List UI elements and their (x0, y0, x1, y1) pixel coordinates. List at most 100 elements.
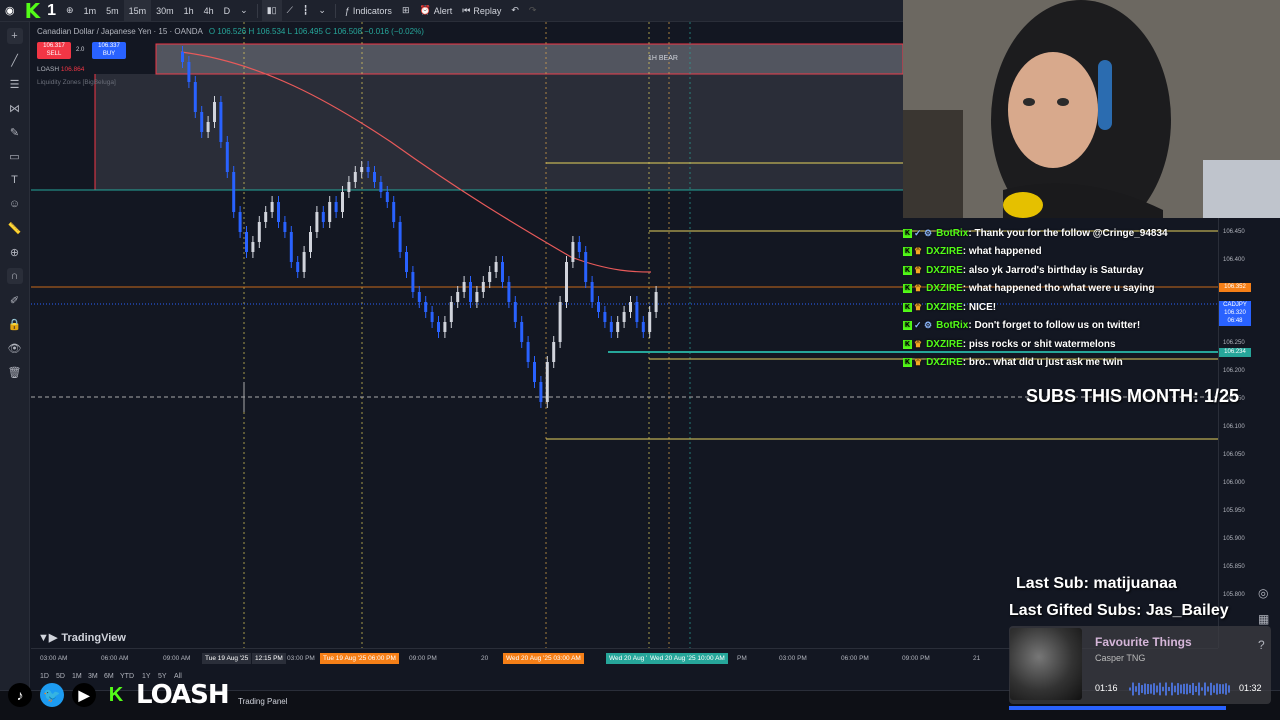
tf-d[interactable]: D (219, 0, 236, 22)
range-tab[interactable]: 3M (88, 673, 98, 680)
chat-username[interactable]: DXZIRE (926, 357, 963, 368)
brush-icon[interactable]: ✎ (7, 124, 23, 140)
chat-username[interactable]: DXZIRE (926, 265, 963, 276)
target-icon[interactable]: ◎ (1258, 586, 1269, 600)
time-label: 09:00 PM (409, 655, 437, 662)
lock-icon[interactable]: 🔒 (7, 316, 23, 332)
chat-badges: K ✓ ⚙ (903, 228, 932, 239)
chat-message: K ♛ DXZIRE: NICE! (903, 298, 1221, 317)
price-label: 105.800 (1223, 592, 1245, 598)
waveform-bar (1162, 686, 1164, 692)
tf-5m[interactable]: 5m (101, 0, 124, 22)
indicators-button[interactable]: ƒ Indicators (340, 0, 397, 22)
candle (277, 202, 280, 222)
tf-15m[interactable]: 15m (123, 0, 152, 22)
waveform-bar (1153, 683, 1155, 695)
chat-username[interactable]: BotRix (936, 320, 968, 331)
fib-icon[interactable]: ☰ (7, 76, 23, 92)
time-tag: Wed 20 Aug '25 10:00 AM (647, 653, 728, 664)
trash-icon[interactable]: 🗑 (7, 364, 23, 380)
line-chart-icon[interactable]: ⟋ (282, 0, 298, 22)
candle (385, 192, 389, 202)
price-label: 106.100 (1223, 424, 1245, 430)
trend-line-icon[interactable]: ╱ (7, 52, 23, 68)
candle (603, 312, 607, 322)
price-label: 105.900 (1223, 536, 1245, 542)
candles-icon[interactable]: ▮▯ (261, 0, 282, 22)
symbol-title[interactable]: Canadian Dollar / Japanese Yen · 15 · OA… (37, 27, 203, 36)
range-tab[interactable]: 6M (104, 673, 114, 680)
chat-message: K ✓ ⚙ BotRix: Don't forget to follow us on… (903, 317, 1221, 336)
waveform-bar (1195, 686, 1197, 692)
undo-icon[interactable]: ↶ (506, 0, 524, 22)
calendar-icon[interactable]: ▦ (1258, 612, 1269, 626)
candle (270, 202, 274, 212)
range-tab[interactable]: 1M (72, 673, 82, 680)
tf-4h[interactable]: 4h (199, 0, 219, 22)
right-side-icons: ◎ ▦ ? (1258, 586, 1269, 652)
chat-username[interactable]: DXZIRE (926, 246, 963, 257)
candle (609, 322, 613, 332)
waveform-bar (1165, 682, 1167, 696)
rectangle-icon[interactable]: ▭ (7, 148, 23, 164)
eye-icon[interactable]: 👁 (7, 340, 23, 356)
indicator-loash[interactable]: LOASH 106.864 (37, 66, 84, 73)
chevron-down-icon[interactable]: ⌄ (313, 0, 331, 22)
ruler-icon[interactable]: 📏 (7, 220, 23, 236)
last-sub: Last Sub: matijuanaa (1016, 575, 1177, 592)
time-label: 09:00 PM (902, 655, 930, 662)
redo-icon[interactable]: ↷ (524, 0, 542, 22)
trading-panel-tab[interactable]: Trading Panel (238, 697, 288, 706)
track-artist: Casper TNG (1095, 653, 1146, 663)
waveform-bar (1159, 682, 1161, 696)
chat-text: : also yk Jarrod's birthday is Saturday (962, 264, 1144, 276)
menu-icon[interactable]: ◉ (0, 0, 20, 22)
zoom-icon[interactable]: ⊕ (7, 244, 23, 260)
waveform-icon (1129, 682, 1230, 696)
candle (629, 302, 632, 312)
waveform-bar (1198, 682, 1200, 696)
tradingview-logo[interactable]: ▼▶ TradingView (38, 631, 126, 645)
replay-button[interactable]: ⏮ Replay (457, 0, 506, 22)
chat-username[interactable]: DXZIRE (926, 339, 963, 350)
range-tab[interactable]: YTD (120, 673, 134, 680)
candle (597, 302, 600, 312)
candle (219, 102, 223, 142)
range-tab[interactable]: 5D (56, 673, 65, 680)
tf-1m[interactable]: 1m (79, 0, 102, 22)
layout-icon[interactable]: ⊞ (397, 0, 415, 22)
range-tab[interactable]: 5Y (158, 673, 167, 680)
range-tab[interactable]: All (174, 673, 182, 680)
candle (232, 172, 236, 212)
sell-button[interactable]: 106.317 SELL (37, 42, 71, 59)
candle (481, 282, 485, 292)
tf-1h[interactable]: 1h (179, 0, 199, 22)
magnet-icon[interactable]: ∩ (6, 268, 23, 284)
candle (245, 232, 248, 252)
buy-button[interactable]: 106.337 BUY (92, 42, 126, 59)
time-tag: Tue 19 Aug '25 (202, 653, 252, 664)
tf-30m[interactable]: 30m (151, 0, 179, 22)
waveform-bar (1129, 687, 1131, 691)
smiley-icon[interactable]: ☺ (7, 196, 23, 212)
chat-username[interactable]: BotRix (936, 228, 968, 239)
range-tab[interactable]: 1D (40, 673, 49, 680)
lock-drawing-icon[interactable]: ✐ (7, 292, 23, 308)
indicator-liquidity-zones[interactable]: Liquidity Zones [BigBeluga] (37, 79, 116, 86)
chat-text: : what happened (962, 246, 1042, 258)
chat-username[interactable]: DXZIRE (926, 283, 963, 294)
range-tab[interactable]: 1Y (142, 673, 151, 680)
help-icon[interactable]: ? (1258, 638, 1269, 652)
add-symbol-icon[interactable]: ⊕ (61, 0, 79, 22)
crosshair-icon[interactable]: + (6, 28, 23, 44)
text-icon[interactable]: T (7, 172, 23, 188)
ohlc-values: O 106.526 H 106.534 L 106.495 C 106.508 … (208, 27, 424, 36)
chat-username[interactable]: DXZIRE (926, 302, 963, 313)
time-label: 06:00 PM (841, 655, 869, 662)
chat-message: K ♛ DXZIRE: piss rocks or shit watermelons (903, 335, 1221, 354)
chevron-down-icon[interactable]: ⌄ (235, 0, 253, 22)
pattern-icon[interactable]: ⋈ (7, 100, 23, 116)
track-duration: 01:32 (1239, 683, 1262, 693)
alert-button[interactable]: ⏰ Alert (414, 0, 457, 22)
bar-style-icon[interactable]: ┇ (298, 0, 313, 22)
